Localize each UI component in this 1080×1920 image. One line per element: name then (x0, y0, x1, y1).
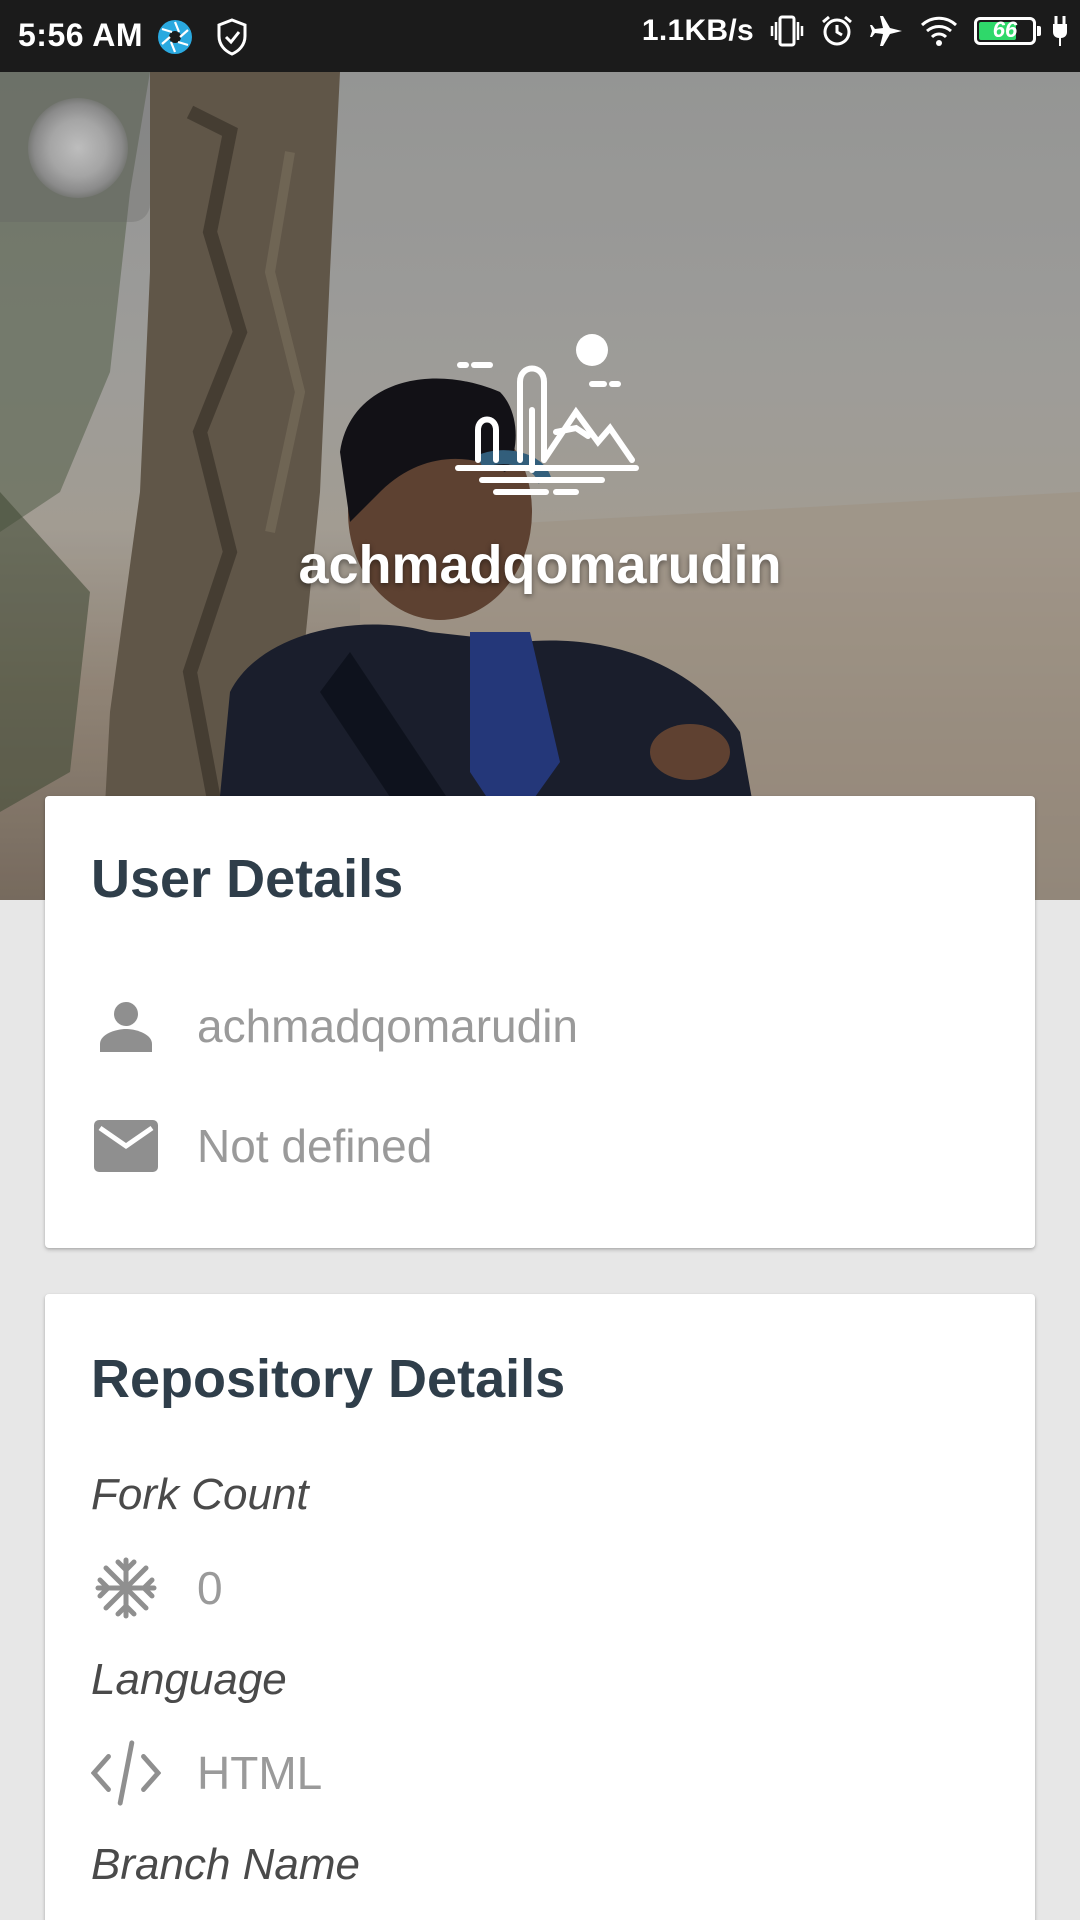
floating-ball-icon (28, 98, 128, 198)
fork-count-row: 0 (91, 1553, 223, 1623)
mail-icon (91, 1111, 161, 1181)
alarm-icon (820, 14, 854, 48)
airplane-icon (870, 14, 904, 48)
email-row: Not defined (91, 1111, 432, 1181)
repo-detail-screen: 5:56 AM 1.1KB/s 66 achmadqomarudin User … (0, 0, 1080, 1920)
user-details-card: User Details achmadqomarudin Not defined (45, 796, 1035, 1248)
fork-count-value: 0 (197, 1562, 223, 1614)
network-speed: 1.1KB/s (641, 14, 754, 47)
fork-snowflake-icon (91, 1553, 161, 1623)
status-bar: 5:56 AM 1.1KB/s 66 (0, 0, 1080, 72)
username-value: achmadqomarudin (197, 1000, 579, 1052)
user-details-title: User Details (91, 849, 404, 909)
shield-check-icon (216, 18, 248, 56)
code-icon (91, 1738, 161, 1808)
username-row: achmadqomarudin (91, 991, 578, 1061)
language-row: HTML (91, 1738, 322, 1808)
status-right-icons: 1.1KB/s 66 (642, 14, 1068, 48)
header-username: achmadqomarudin (298, 535, 782, 595)
repository-details-title: Repository Details (91, 1349, 566, 1409)
floating-ball-button[interactable] (0, 72, 150, 222)
profile-header: achmadqomarudin (0, 72, 1080, 900)
status-left-icons (156, 18, 248, 56)
landscape-logo-icon (455, 334, 639, 495)
branch-name-label: Branch Name (91, 1840, 361, 1889)
battery-level: 66 (992, 17, 1018, 42)
vibrate-icon (770, 14, 804, 48)
person-icon (91, 991, 161, 1061)
wifi-icon (920, 15, 958, 47)
repository-details-card: Repository Details Fork Count 0 Language… (45, 1294, 1035, 1920)
charging-icon (1052, 14, 1068, 48)
fork-count-label: Fork Count (91, 1470, 309, 1519)
status-time: 5:56 AM (18, 17, 144, 53)
language-value: HTML (197, 1747, 323, 1799)
language-label: Language (91, 1655, 287, 1704)
battery-icon: 66 (974, 17, 1041, 45)
email-value: Not defined (197, 1120, 433, 1172)
aperture-app-icon (156, 18, 194, 56)
